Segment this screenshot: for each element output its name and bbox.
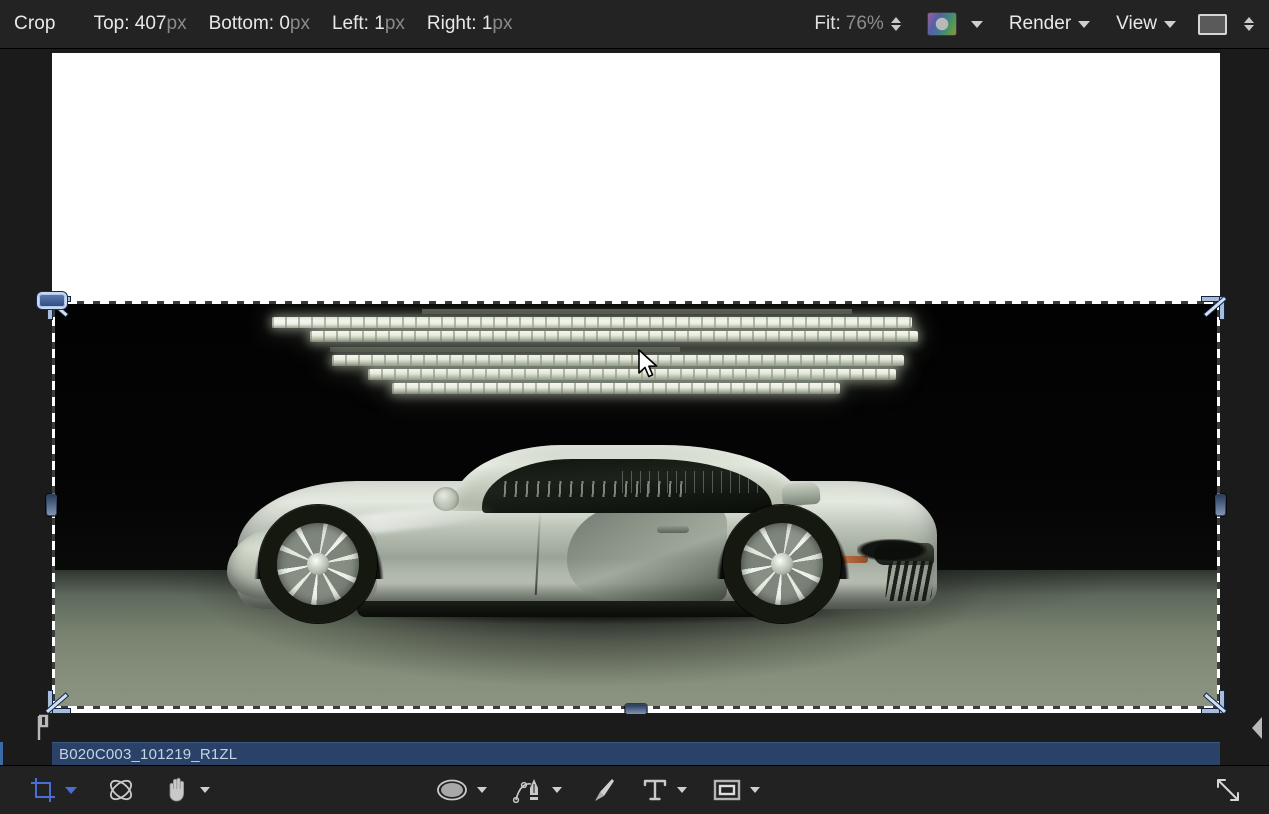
clip-bar-right-gutter <box>1220 742 1269 765</box>
color-balance-icon <box>927 12 957 36</box>
out-point-marker-icon[interactable] <box>1249 714 1265 742</box>
top-toolbar: Crop Top: 407px Bottom: 0px Left: 1px Ri… <box>0 0 1269 49</box>
crop-left-label: Left: <box>332 13 374 34</box>
background-stepper[interactable] <box>1242 13 1255 35</box>
viewer-window: Crop Top: 407px Bottom: 0px Left: 1px Ri… <box>0 0 1269 814</box>
distort-tool[interactable] <box>107 776 135 804</box>
crop-bottom-field[interactable]: Bottom: 0px <box>209 13 310 35</box>
crop-right-field[interactable]: Right: 1px <box>427 13 513 35</box>
background-color-icon <box>1198 14 1227 35</box>
crop-bottom-value: 0 <box>279 13 290 34</box>
crop-top-unit: px <box>167 13 187 34</box>
bottom-toolbar <box>0 765 1269 814</box>
clip-bar-start-tick <box>0 742 3 765</box>
chevron-down-icon[interactable] <box>200 787 210 793</box>
rectangle-shape-icon <box>713 778 741 802</box>
chevron-down-icon[interactable] <box>677 787 687 793</box>
chevron-down-icon <box>1078 21 1090 28</box>
car-subject <box>237 435 937 623</box>
chevron-down-icon[interactable] <box>750 787 760 793</box>
distort-icon <box>107 776 135 804</box>
crop-left-unit: px <box>385 13 405 34</box>
zoom-stepper[interactable] <box>890 13 903 35</box>
pen-bezier-icon <box>513 777 543 803</box>
shape-mask-tool[interactable] <box>436 778 487 802</box>
clip-bar-left-gutter <box>0 742 52 765</box>
crop-bottom-unit: px <box>290 13 310 34</box>
bezier-mask-tool[interactable] <box>513 777 562 803</box>
arrow-pointer-icon <box>637 349 661 381</box>
clip-marker-row <box>0 714 1269 742</box>
text-tool[interactable] <box>642 777 687 803</box>
chevron-down-icon[interactable] <box>552 787 562 793</box>
crop-top-label: Top: <box>94 13 135 34</box>
clip-name-label: B020C003_101219_R1ZL <box>52 746 237 763</box>
bottom-toolbar-center-group <box>436 776 760 804</box>
crop-left-field[interactable]: Left: 1px <box>332 13 405 35</box>
zoom-level-value[interactable]: 76% <box>846 13 884 35</box>
paintbrush-icon <box>588 776 616 804</box>
bottom-toolbar-left-group <box>0 776 210 804</box>
crop-right-label: Right: <box>427 13 482 34</box>
render-menu[interactable]: Render <box>1009 13 1090 35</box>
crop-right-value: 1 <box>482 13 493 34</box>
hand-icon <box>165 776 191 804</box>
view-menu-label: View <box>1116 13 1157 35</box>
crop-icon <box>30 777 56 803</box>
toolbar-left-group: Crop Top: 407px Bottom: 0px Left: 1px Ri… <box>0 0 534 48</box>
paint-stroke-tool[interactable] <box>588 776 616 804</box>
stepper-up-arrow-icon <box>891 17 901 23</box>
hand-pan-tool[interactable] <box>165 776 210 804</box>
text-t-icon <box>642 777 668 803</box>
view-menu[interactable]: View <box>1116 13 1176 35</box>
crop-top-field[interactable]: Top: 407px <box>94 13 187 35</box>
toolbar-right-group: Fit: 76% Render View <box>814 0 1269 48</box>
video-frame-image <box>52 301 1220 709</box>
fluorescent-light-rig <box>272 307 892 407</box>
stepper-up-arrow-icon <box>1244 17 1254 23</box>
shape-tool[interactable] <box>713 778 760 802</box>
chevron-down-icon <box>1164 21 1176 28</box>
crop-right-unit: px <box>492 13 512 34</box>
in-point-marker-icon[interactable] <box>36 714 52 742</box>
background-color-control[interactable] <box>1198 13 1255 35</box>
stepper-down-arrow-icon <box>891 25 901 31</box>
chevron-down-icon[interactable] <box>65 787 77 794</box>
clip-name-bar[interactable]: B020C003_101219_R1ZL <box>52 742 1220 765</box>
diagonal-resize-icon[interactable] <box>1213 775 1243 805</box>
transform-crop-tool[interactable] <box>30 777 77 803</box>
crop-top-value: 407 <box>135 13 167 34</box>
viewer-canvas-area[interactable] <box>0 49 1269 714</box>
stepper-down-arrow-icon <box>1244 25 1254 31</box>
render-menu-label: Render <box>1009 13 1071 35</box>
page-title: Crop <box>14 13 56 35</box>
crop-bottom-label: Bottom: <box>209 13 280 34</box>
zoom-fit-label: Fit: <box>814 13 840 35</box>
chevron-down-icon[interactable] <box>477 787 487 793</box>
chevron-down-icon <box>971 21 983 28</box>
color-balance-menu[interactable] <box>927 12 983 36</box>
crop-left-value: 1 <box>374 13 385 34</box>
bottom-toolbar-right-group <box>1213 775 1269 805</box>
ellipse-mask-icon <box>436 778 468 802</box>
